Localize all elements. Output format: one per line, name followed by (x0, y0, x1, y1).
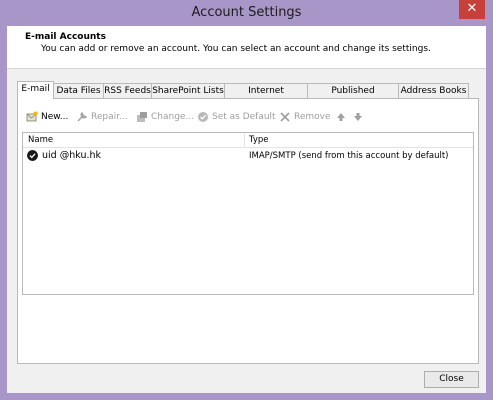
tab-published-calendars[interactable]: Published Calendars (307, 83, 399, 111)
window-close-button[interactable]: ✕ (459, 0, 485, 19)
wrench-icon (77, 111, 88, 121)
tab-internet-calendars[interactable]: Internet Calendars (224, 83, 308, 111)
remove-x-icon (280, 111, 290, 122)
new-account-button[interactable]: New... (26, 109, 68, 125)
tab-email[interactable]: E-mail (17, 81, 54, 99)
email-tab-panel: New... Repair... Change... Set as Defaul… (17, 98, 479, 364)
tab-strip: E-mail Data Files RSS Feeds SharePoint L… (17, 81, 479, 111)
dialog-header: E-mail Accounts You can add or remove an… (7, 26, 486, 69)
header-title: E-mail Accounts (25, 32, 106, 42)
window-title: Account Settings (191, 5, 302, 20)
new-label: New... (41, 112, 69, 122)
down-arrow-icon (354, 112, 362, 121)
tab-data-files[interactable]: Data Files (53, 83, 104, 98)
default-account-check-icon (27, 150, 38, 161)
remove-button[interactable]: Remove (279, 109, 331, 125)
tab-address-books[interactable]: Address Books (398, 83, 469, 98)
tab-rss-feeds[interactable]: RSS Feeds (103, 83, 152, 98)
set-as-default-label: Set as Default (212, 112, 276, 122)
title-bar[interactable]: Account Settings ✕ (0, 0, 493, 26)
change-label: Change... (151, 112, 195, 122)
repair-label: Repair... (91, 112, 128, 122)
header-subtitle: You can add or remove an account. You ca… (41, 44, 431, 54)
list-header: Name Type (23, 133, 473, 148)
dialog-client: E-mail Accounts You can add or remove an… (7, 26, 486, 393)
move-down-button[interactable] (352, 109, 367, 125)
change-button[interactable]: Change... (136, 109, 194, 125)
account-settings-window: Account Settings ✕ E-mail Accounts You c… (0, 0, 493, 400)
new-account-icon (26, 111, 38, 121)
column-divider[interactable] (244, 133, 245, 147)
account-name: uid @hku.hk (42, 150, 102, 161)
column-header-type[interactable]: Type (249, 134, 269, 146)
account-toolbar: New... Repair... Change... Set as Defaul… (26, 109, 466, 125)
remove-label: Remove (294, 112, 331, 122)
accounts-list[interactable]: Name Type uid @hku.hk IMAP/SMTP (send fr… (22, 132, 474, 295)
table-row[interactable]: uid @hku.hk IMAP/SMTP (send from this ac… (23, 149, 473, 163)
account-type: IMAP/SMTP (send from this account by def… (249, 151, 449, 161)
move-up-button[interactable] (335, 109, 350, 125)
change-icon (137, 111, 147, 122)
tab-sharepoint-lists[interactable]: SharePoint Lists (151, 83, 225, 98)
check-circle-icon (198, 111, 208, 122)
close-button[interactable]: Close (424, 371, 479, 388)
up-arrow-icon (337, 112, 345, 121)
column-header-name[interactable]: Name (28, 134, 53, 146)
set-as-default-button[interactable]: Set as Default (197, 109, 276, 125)
repair-button[interactable]: Repair... (76, 109, 128, 125)
